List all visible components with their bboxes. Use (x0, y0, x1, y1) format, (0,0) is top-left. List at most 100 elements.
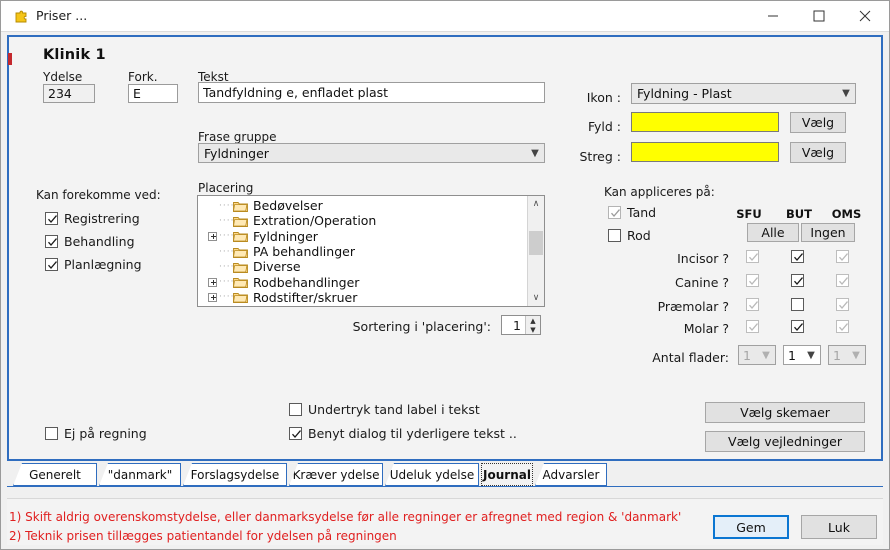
ikon-select[interactable]: Fyldning - Plast ▼ (631, 83, 856, 104)
tree-item[interactable]: ···· Extration/Operation (198, 213, 528, 228)
antal-flader-value-but: 1 (788, 347, 796, 363)
antal-flader-select-sfu[interactable]: 1 ▼ (738, 345, 776, 365)
chevron-down-icon: ▼ (842, 88, 850, 99)
checkbox-canine-oms[interactable] (836, 274, 849, 287)
checkbox-prmolar-but[interactable] (791, 298, 804, 311)
folder-icon (233, 230, 248, 243)
chevron-down-icon: ▼ (807, 349, 815, 361)
tab-strip: Generelt "danmark" Forslagsydelse Kræver yd… (7, 463, 883, 487)
vaelg-skemaer-button[interactable]: Vælg skemaer (705, 402, 865, 423)
scroll-up-icon[interactable]: ∧ (528, 196, 544, 212)
folder-icon (233, 261, 248, 273)
tab-udelukydelse[interactable]: Udeluk ydelse (385, 463, 479, 486)
checkbox-molar-but[interactable] (791, 320, 804, 333)
modified-indicator (8, 53, 12, 65)
checkbox-label: Planlægning (64, 257, 142, 272)
antal-flader-value-oms: 1 (833, 347, 841, 363)
scroll-down-icon[interactable]: ∨ (528, 290, 544, 306)
tab-journal[interactable]: Journal (481, 463, 533, 486)
tab-kræverydelse[interactable]: Kræver ydelse (289, 463, 383, 486)
occurrence-title: Kan forekomme ved: (36, 188, 161, 202)
frase-gruppe-value: Fyldninger (204, 145, 269, 161)
checkbox-label: Tand (627, 205, 657, 220)
tree-item-label: PA behandlinger (253, 244, 355, 260)
tab-advarsler[interactable]: Advarsler (535, 463, 607, 486)
checkbox-label: Undertryk tand label i tekst (308, 402, 480, 417)
tree-connector-icon: ···· (219, 246, 233, 257)
save-button[interactable]: Gem (713, 515, 789, 539)
checkbox-benyt-dialog[interactable]: Benyt dialog til yderligere tekst .. (289, 426, 517, 441)
checkbox-undertryk-tand-label[interactable]: Undertryk tand label i tekst (289, 402, 480, 417)
expand-icon[interactable] (208, 277, 217, 287)
folder-icon (233, 215, 248, 227)
fyld-vaelg-button[interactable]: Vælg (790, 112, 846, 133)
tree-item-label: Rodstifter/skruer (253, 289, 358, 305)
checkbox-canine-sfu[interactable] (746, 274, 759, 287)
sortering-label: Sortering i 'placering': (352, 319, 491, 334)
alle-button[interactable]: Alle (747, 223, 799, 242)
checkbox-incisor-but[interactable] (791, 250, 804, 263)
ikon-label: Ikon : (586, 90, 621, 105)
tekst-input[interactable] (198, 82, 545, 103)
checkbox-registrering[interactable]: Registrering (45, 211, 140, 226)
tree-connector-icon: ···· (219, 231, 233, 242)
antal-flader-select-oms[interactable]: 1 ▼ (828, 345, 866, 365)
apply-row-label: Incisor ? (677, 251, 729, 266)
close-dialog-button[interactable]: Luk (801, 515, 877, 539)
fyld-color-swatch[interactable] (631, 112, 779, 132)
expand-icon[interactable] (208, 292, 217, 302)
tab-forslagsydelse[interactable]: Forslagsydelse (183, 463, 287, 486)
checkbox-tand[interactable]: Tand (608, 205, 656, 220)
tree-item[interactable]: ···· Diverse (198, 259, 528, 274)
sortering-spinner[interactable]: 1 ▲ ▼ (501, 315, 541, 335)
tree-item[interactable]: ···· Rodstifter/skruer (198, 290, 528, 305)
checkbox-ej-paa-regning[interactable]: Ej på regning (45, 426, 147, 441)
vaelg-vejledninger-button[interactable]: Vælg vejledninger (705, 431, 865, 452)
checkbox-prmolar-sfu[interactable] (746, 298, 759, 311)
spinner-up-icon[interactable]: ▲ (526, 316, 540, 325)
close-button[interactable] (842, 1, 888, 30)
tree-scrollbar[interactable]: ∧ ∨ (527, 196, 544, 306)
spinner-down-icon[interactable]: ▼ (526, 325, 540, 334)
antal-flader-select-but[interactable]: 1 ▼ (783, 345, 821, 365)
streg-color-swatch[interactable] (631, 142, 779, 162)
frase-gruppe-select[interactable]: Fyldninger ▼ (198, 143, 545, 163)
checkbox-prmolar-oms[interactable] (836, 298, 849, 311)
checkbox-rod[interactable]: Rod (608, 228, 651, 243)
checkbox-planlaegning[interactable]: Planlægning (45, 257, 142, 272)
fork-input[interactable] (128, 84, 178, 103)
scrollbar-thumb[interactable] (529, 231, 543, 255)
checkbox-box (608, 229, 621, 242)
fyld-label: Fyld : (587, 119, 621, 134)
checkbox-molar-oms[interactable] (836, 320, 849, 333)
tab-generelt[interactable]: Generelt (13, 463, 97, 486)
checkbox-box (746, 320, 759, 333)
ingen-button[interactable]: Ingen (801, 223, 855, 242)
minimize-button[interactable] (750, 1, 796, 30)
chevron-down-icon: ▼ (852, 349, 860, 361)
fork-label: Fork. (128, 70, 158, 84)
tree-item[interactable]: ···· PA behandlinger (198, 244, 528, 259)
checkbox-box (836, 250, 849, 263)
expand-icon[interactable] (208, 231, 217, 241)
checkbox-behandling[interactable]: Behandling (45, 234, 135, 249)
checkbox-incisor-sfu[interactable] (746, 250, 759, 263)
tree-item[interactable]: ···· Rodbehandlinger (198, 274, 528, 290)
antal-flader-value-sfu: 1 (743, 347, 751, 363)
checkbox-label: Rod (627, 228, 651, 243)
tab-danmark[interactable]: "danmark" (99, 463, 181, 486)
maximize-button[interactable] (796, 1, 842, 30)
placering-tree[interactable]: ···· Bedøvelser ···· Extration/Operation ···… (197, 195, 545, 307)
tree-item[interactable]: ···· Bedøvelser (198, 198, 528, 213)
tree-item[interactable]: ···· Fyldninger (198, 229, 528, 244)
checkbox-box (791, 274, 804, 287)
checkbox-molar-sfu[interactable] (746, 320, 759, 333)
ydelse-input[interactable] (43, 84, 95, 103)
tree-connector-icon: ···· (219, 261, 233, 272)
streg-vaelg-button[interactable]: Vælg (790, 142, 846, 163)
checkbox-canine-but[interactable] (791, 274, 804, 287)
checkbox-box (791, 320, 804, 333)
ydelse-label: Ydelse (43, 70, 83, 84)
spinner-buttons[interactable]: ▲ ▼ (525, 316, 540, 334)
checkbox-incisor-oms[interactable] (836, 250, 849, 263)
